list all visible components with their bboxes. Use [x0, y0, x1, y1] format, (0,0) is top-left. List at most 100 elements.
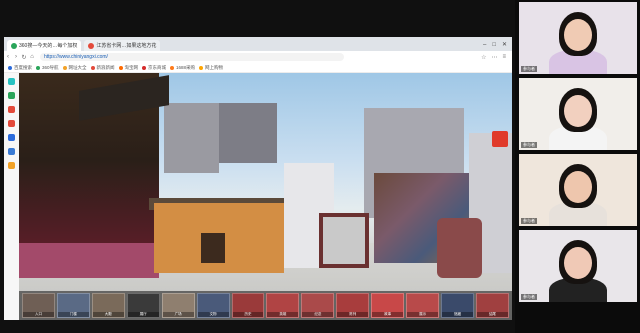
- scene-thumbnail[interactable]: 陈列: [336, 293, 370, 318]
- bookmark-icon: [62, 65, 67, 70]
- participant-face: [564, 171, 592, 203]
- scene-thumbnail-label: 大殿: [92, 312, 124, 317]
- scene-thumbnail-label: 展示: [407, 312, 439, 317]
- bookmark-label: 新浪新闻: [96, 64, 115, 70]
- scene-thumbnail[interactable]: 故事: [371, 293, 405, 318]
- scene-thumbnail[interactable]: 文物: [196, 293, 230, 318]
- sidebar-app-icon[interactable]: [8, 106, 15, 113]
- bookmark-icon: [36, 65, 40, 70]
- star-icon[interactable]: ☆: [481, 54, 486, 61]
- scene-thumbnail-strip: 入口 门楼 大殿 展厅 广场 文物 历史 英雄 纪念 陈列 故事 展示 馆藏 结尾: [19, 291, 512, 320]
- scene-thumbnail-label: 展厅: [127, 312, 159, 317]
- scene-thumbnail[interactable]: 广场: [161, 293, 195, 318]
- hall-door: [201, 233, 225, 263]
- screen-share-area: 360搜—今天的…每个加权 江苏省卡网…如果这地方花 – □ ✕ ‹ › ↻ ⌂…: [0, 0, 515, 333]
- bookmark-item[interactable]: 网址大全: [62, 64, 87, 71]
- bookmark-label: 百度搜索: [14, 64, 32, 70]
- scene-thumbnail-label: 英雄: [267, 312, 299, 317]
- browser-window: 360搜—今天的…每个加权 江苏省卡网…如果这地方花 – □ ✕ ‹ › ↻ ⌂…: [4, 37, 512, 320]
- participant-face: [564, 19, 592, 51]
- scene-thumbnail-label: 纪念: [302, 312, 334, 317]
- bookmark-item[interactable]: 新浪新闻: [90, 64, 115, 71]
- participant-name-label: 参与者: [521, 294, 537, 300]
- bookmark-label: 网址大全: [68, 64, 87, 70]
- bookmark-label: 网上购物: [205, 64, 224, 70]
- panorama-menu-button[interactable]: [492, 131, 508, 147]
- scene-thumbnail[interactable]: 门楼: [56, 293, 90, 318]
- bookmark-item[interactable]: 网上购物: [199, 65, 223, 71]
- url-field[interactable]: https://www.chiniyangxi.com/: [40, 53, 344, 61]
- extensions-icon[interactable]: ⋯: [491, 54, 497, 61]
- sidebar-app-icon[interactable]: [8, 162, 15, 169]
- participant-face: [564, 247, 592, 279]
- browser-tab-1[interactable]: 360搜—今天的…每个加权: [7, 40, 82, 51]
- bookmark-icon: [90, 65, 95, 70]
- bookmark-icon: [142, 65, 147, 70]
- browser-tab-2[interactable]: 江苏省卡网…如果这地方花: [84, 40, 161, 51]
- scene-thumbnail[interactable]: 英雄: [266, 293, 300, 318]
- scene-thumbnail[interactable]: 馆藏: [441, 293, 474, 318]
- participant-name-label: 参与者: [521, 66, 537, 72]
- bookmarks-bar: 百度搜索 360导航 网址大全 新浪新闻 淘宝网 京东商城 1688采购 网上购…: [4, 63, 512, 73]
- sidebar-app-icon[interactable]: [8, 134, 15, 141]
- bookmark-icon: [8, 65, 12, 70]
- bookmark-label: 京东商城: [148, 64, 167, 70]
- menu-icon[interactable]: ≡: [502, 54, 506, 61]
- statue: [437, 218, 482, 278]
- scene-thumbnail[interactable]: 入口: [22, 293, 55, 318]
- panorama-viewer[interactable]: 入口 门楼 大殿 展厅 广场 文物 历史 英雄 纪念 陈列 故事 展示 馆藏 结尾: [19, 73, 512, 320]
- scene-thumbnail-label: 馆藏: [442, 312, 473, 317]
- participant-face: [564, 95, 592, 127]
- bookmark-item[interactable]: 百度搜索: [8, 65, 32, 71]
- bookmark-icon: [118, 65, 123, 70]
- bookmark-item[interactable]: 360导航: [36, 65, 59, 71]
- url-text: https://www.chiniyangxi.com/: [44, 54, 108, 60]
- building-mural-top: [219, 103, 277, 163]
- scene-thumbnail-label: 故事: [372, 312, 404, 317]
- participant-video-tile[interactable]: 参与者: [519, 154, 637, 226]
- participant-name-label: 参与者: [521, 142, 537, 148]
- bookmark-item[interactable]: 1688采购: [170, 65, 195, 71]
- bookmark-label: 淘宝网: [124, 64, 139, 70]
- tab-bar: 360搜—今天的…每个加权 江苏省卡网…如果这地方花 – □ ✕: [4, 37, 512, 51]
- scene-thumbnail-label: 结尾: [476, 312, 508, 317]
- tab-favicon-icon: [88, 42, 95, 49]
- close-icon[interactable]: ✕: [502, 41, 507, 48]
- sidebar-app-icon[interactable]: [8, 120, 15, 127]
- bookmark-label: 1688采购: [176, 64, 196, 70]
- scene-thumbnail-label: 入口: [23, 312, 54, 317]
- scene-thumbnail[interactable]: 展示: [406, 293, 440, 318]
- scene-thumbnail-label: 门楼: [57, 312, 89, 317]
- bookmark-item[interactable]: 京东商城: [142, 65, 166, 71]
- sidebar-app-icon[interactable]: [8, 78, 15, 85]
- participant-video-tile[interactable]: 参与者: [519, 78, 637, 150]
- forward-arrow-icon[interactable]: ›: [12, 54, 20, 60]
- sidebar-app-icon[interactable]: [8, 148, 15, 155]
- bookmark-icon: [170, 65, 175, 70]
- sidebar-app-icon[interactable]: [8, 92, 15, 99]
- participant-video-tile[interactable]: 参与者: [519, 2, 637, 74]
- back-arrow-icon[interactable]: ‹: [4, 54, 12, 60]
- scene-thumbnail[interactable]: 历史: [231, 293, 265, 318]
- scene-thumbnail[interactable]: 结尾: [475, 293, 509, 318]
- scene-thumbnail-label: 陈列: [337, 312, 369, 317]
- minimize-icon[interactable]: –: [483, 42, 486, 48]
- bookmark-label: 360导航: [42, 64, 59, 70]
- tab-title: 360搜—今天的…每个加权: [19, 43, 78, 49]
- scene-thumbnail[interactable]: 展厅: [126, 293, 160, 318]
- browser-sidebar: [4, 73, 19, 320]
- participant-video-tile[interactable]: 参与者: [519, 230, 637, 302]
- tab-favicon-icon: [11, 42, 17, 49]
- building-left: [164, 103, 219, 173]
- refresh-icon[interactable]: ↻: [20, 54, 28, 61]
- scene-thumbnail[interactable]: 纪念: [301, 293, 335, 318]
- temple-base: [19, 243, 159, 278]
- scene-thumbnail-label: 广场: [162, 312, 194, 317]
- video-participants-panel: 参与者 参与者 参与者 参与者: [518, 0, 640, 333]
- bookmark-item[interactable]: 淘宝网: [118, 64, 139, 71]
- window-controls: – □ ✕: [483, 38, 512, 51]
- maximize-icon[interactable]: □: [492, 42, 496, 48]
- scene-thumbnail-label: 文物: [197, 312, 229, 317]
- home-icon[interactable]: ⌂: [28, 54, 36, 60]
- scene-thumbnail[interactable]: 大殿: [91, 293, 125, 318]
